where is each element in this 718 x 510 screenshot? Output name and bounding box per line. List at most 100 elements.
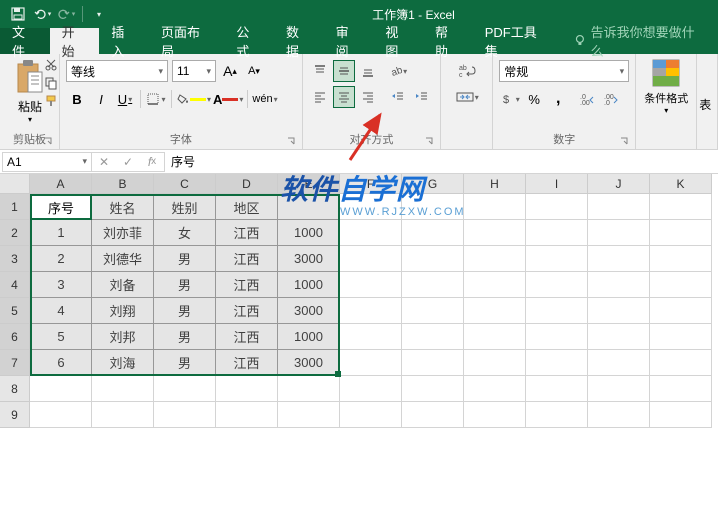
bold-button[interactable]: B	[66, 88, 88, 110]
cell[interactable]	[30, 376, 92, 402]
cell[interactable]	[278, 194, 340, 220]
cell[interactable]	[588, 324, 650, 350]
cell[interactable]	[402, 246, 464, 272]
cell[interactable]	[526, 376, 588, 402]
cell[interactable]	[650, 272, 712, 298]
cell[interactable]	[216, 402, 278, 428]
cell[interactable]: 江西	[216, 220, 278, 246]
font-expand-icon[interactable]	[286, 135, 298, 147]
col-header-E[interactable]: E	[278, 174, 340, 194]
cell[interactable]	[588, 402, 650, 428]
cell[interactable]: 1000	[278, 272, 340, 298]
align-bottom-icon[interactable]	[357, 60, 379, 82]
tab-home[interactable]: 开始	[50, 28, 100, 54]
cell[interactable]: 3000	[278, 246, 340, 272]
cell[interactable]: 江西	[216, 298, 278, 324]
cell[interactable]	[650, 194, 712, 220]
cell[interactable]	[464, 246, 526, 272]
cell[interactable]	[464, 350, 526, 376]
cell[interactable]: 男	[154, 272, 216, 298]
cell[interactable]	[154, 402, 216, 428]
increase-font-icon[interactable]: A▴	[220, 61, 240, 81]
col-header-A[interactable]: A	[30, 174, 92, 194]
row-header-4[interactable]: 4	[0, 272, 30, 298]
cell[interactable]	[464, 324, 526, 350]
col-header-J[interactable]: J	[588, 174, 650, 194]
cell[interactable]	[588, 220, 650, 246]
select-all-corner[interactable]	[0, 174, 30, 194]
cell[interactable]	[464, 376, 526, 402]
cell[interactable]	[464, 298, 526, 324]
cell[interactable]	[402, 272, 464, 298]
cell[interactable]	[526, 402, 588, 428]
cell[interactable]: 3000	[278, 298, 340, 324]
percent-format-icon[interactable]: %	[523, 88, 545, 110]
cell[interactable]	[650, 246, 712, 272]
col-header-I[interactable]: I	[526, 174, 588, 194]
tab-help[interactable]: 帮助	[423, 28, 473, 54]
cell[interactable]: 姓别	[154, 194, 216, 220]
row-header-7[interactable]: 7	[0, 350, 30, 376]
font-name-select[interactable]: 等线▾	[66, 60, 168, 82]
formula-input[interactable]: 序号	[165, 153, 718, 170]
col-header-G[interactable]: G	[402, 174, 464, 194]
cell[interactable]	[588, 350, 650, 376]
fx-icon[interactable]: fx	[140, 153, 164, 171]
cell[interactable]	[340, 272, 402, 298]
cell[interactable]	[402, 220, 464, 246]
cell[interactable]: 江西	[216, 324, 278, 350]
decrease-decimal-icon[interactable]: .00.0	[601, 88, 623, 110]
cell[interactable]: 2	[30, 246, 92, 272]
cell[interactable]: 3	[30, 272, 92, 298]
cell[interactable]: 江西	[216, 350, 278, 376]
cancel-icon[interactable]: ✕	[92, 153, 116, 171]
cell[interactable]	[650, 376, 712, 402]
fill-color-button[interactable]: ▾	[176, 88, 211, 110]
cell[interactable]	[92, 376, 154, 402]
cell[interactable]	[588, 194, 650, 220]
cell[interactable]: 男	[154, 298, 216, 324]
cell[interactable]: 刘德华	[92, 246, 154, 272]
align-right-icon[interactable]	[357, 86, 379, 108]
tab-insert[interactable]: 插入	[99, 28, 149, 54]
decrease-font-icon[interactable]: A▾	[244, 61, 264, 81]
cell[interactable]	[526, 194, 588, 220]
cell[interactable]: 刘亦菲	[92, 220, 154, 246]
cell[interactable]	[588, 272, 650, 298]
cell[interactable]: 江西	[216, 272, 278, 298]
cell[interactable]	[588, 298, 650, 324]
clipboard-expand-icon[interactable]	[43, 135, 55, 147]
cell[interactable]	[402, 376, 464, 402]
col-header-F[interactable]: F	[340, 174, 402, 194]
align-top-icon[interactable]	[309, 60, 331, 82]
cell[interactable]	[526, 324, 588, 350]
cell[interactable]	[464, 194, 526, 220]
cell[interactable]: 姓名	[92, 194, 154, 220]
row-header-3[interactable]: 3	[0, 246, 30, 272]
cell[interactable]	[650, 298, 712, 324]
row-header-2[interactable]: 2	[0, 220, 30, 246]
tab-file[interactable]: 文件	[0, 28, 50, 54]
cell[interactable]	[340, 194, 402, 220]
cell[interactable]: 刘海	[92, 350, 154, 376]
font-color-button[interactable]: A▾	[213, 88, 243, 110]
format-painter-icon[interactable]	[44, 94, 60, 110]
save-icon[interactable]	[8, 4, 28, 24]
tab-formulas[interactable]: 公式	[224, 28, 274, 54]
cell[interactable]: 1000	[278, 324, 340, 350]
enter-icon[interactable]: ✓	[116, 153, 140, 171]
cell[interactable]: 男	[154, 350, 216, 376]
increase-indent-icon[interactable]	[411, 86, 433, 108]
qat-customize-icon[interactable]: ▾	[89, 4, 109, 24]
cell[interactable]	[526, 220, 588, 246]
cell[interactable]	[650, 402, 712, 428]
col-header-D[interactable]: D	[216, 174, 278, 194]
cell[interactable]: 女	[154, 220, 216, 246]
cell[interactable]	[464, 402, 526, 428]
align-left-icon[interactable]	[309, 86, 331, 108]
border-button[interactable]: ▾	[145, 88, 167, 110]
cell[interactable]	[402, 298, 464, 324]
cell[interactable]	[650, 324, 712, 350]
cell[interactable]	[340, 220, 402, 246]
cell[interactable]	[526, 350, 588, 376]
